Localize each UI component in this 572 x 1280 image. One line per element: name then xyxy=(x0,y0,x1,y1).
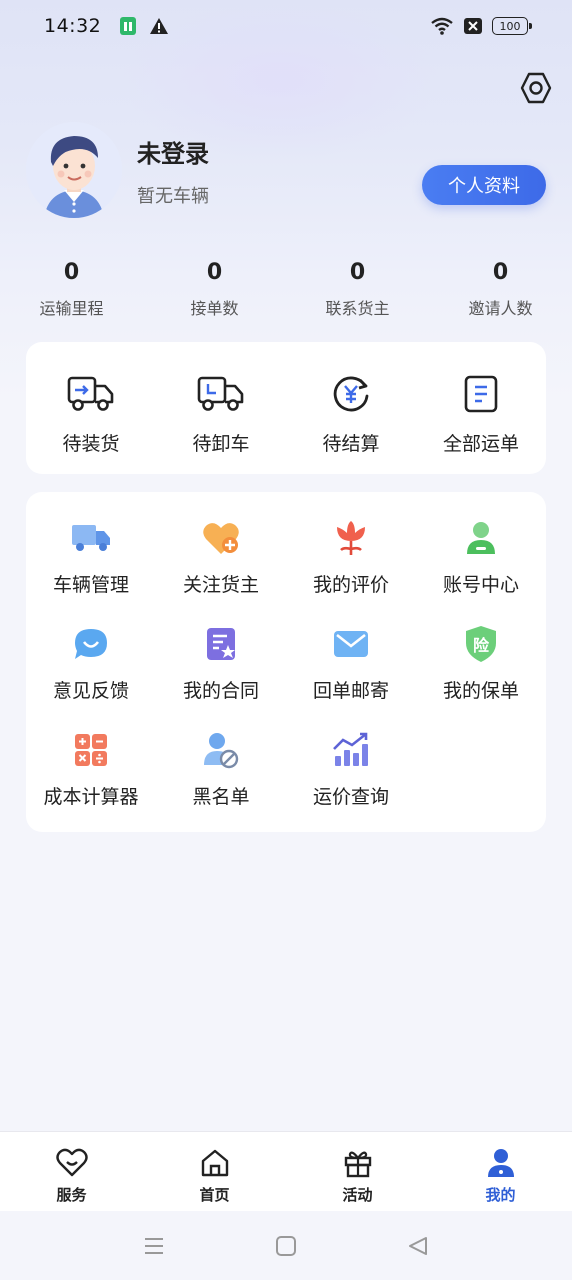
service-label: 回单邮寄 xyxy=(312,680,389,702)
heart-icon xyxy=(55,1148,88,1177)
user-blocked-icon xyxy=(204,733,239,769)
order-label: 全部运单 xyxy=(442,433,519,455)
stat-orders[interactable]: 0 接单数 xyxy=(143,256,286,326)
tab-label: 首页 xyxy=(199,1186,230,1204)
policy-badge-text: 险 xyxy=(472,636,489,655)
truck-loading-icon xyxy=(67,376,114,411)
stat-mileage[interactable]: 0 运输里程 xyxy=(0,256,143,326)
user-icon xyxy=(467,522,495,554)
status-bar: 14:32 100 xyxy=(0,0,572,52)
service-label: 车辆管理 xyxy=(52,574,129,596)
stat-label: 邀请人数 xyxy=(468,299,533,318)
stats-row: 0 运输里程 0 接单数 0 联系货主 0 邀请人数 xyxy=(0,256,572,326)
settings-button[interactable] xyxy=(516,68,556,108)
gift-icon xyxy=(344,1151,371,1178)
stat-invites[interactable]: 0 邀请人数 xyxy=(429,256,572,326)
service-label: 运价查询 xyxy=(312,786,389,808)
avatar[interactable] xyxy=(26,122,122,218)
tab-services[interactable]: 服务 xyxy=(0,1132,143,1211)
bottom-tab-bar: 服务 首页 活动 我的 xyxy=(0,1131,572,1211)
chart-trend-icon xyxy=(333,732,368,766)
order-pending-load[interactable]: 待装货 xyxy=(26,342,156,474)
person-icon xyxy=(487,1149,514,1177)
order-label: 待卸车 xyxy=(192,433,250,455)
sim-disabled-icon xyxy=(464,18,482,34)
service-freight-price[interactable]: 运价查询 xyxy=(286,730,416,836)
heart-plus-icon xyxy=(203,523,239,554)
app-notification-icon xyxy=(120,17,137,35)
order-label: 待装货 xyxy=(62,433,120,455)
back-triangle-icon[interactable] xyxy=(407,1235,429,1257)
service-my-contract[interactable]: 我的合同 xyxy=(156,624,286,730)
service-follow-shipper[interactable]: 关注货主 xyxy=(156,518,286,624)
service-my-reviews[interactable]: 我的评价 xyxy=(286,518,416,624)
truck-unloading-icon xyxy=(197,376,244,411)
home-icon xyxy=(201,1149,228,1177)
tab-mine[interactable]: 我的 xyxy=(429,1132,572,1211)
menu-icon[interactable] xyxy=(143,1236,165,1256)
service-vehicle-management[interactable]: 车辆管理 xyxy=(26,518,156,624)
stat-value: 0 xyxy=(63,260,80,285)
document-list-icon xyxy=(464,375,498,413)
yuan-refresh-icon xyxy=(333,376,369,412)
service-label: 我的评价 xyxy=(312,574,389,596)
service-label: 关注货主 xyxy=(182,574,259,596)
order-pending-settle[interactable]: 待结算 xyxy=(286,342,416,474)
status-time: 14:32 xyxy=(44,15,102,37)
wifi-icon xyxy=(431,17,453,35)
service-feedback[interactable]: 意见反馈 xyxy=(26,624,156,730)
service-label: 成本计算器 xyxy=(43,786,139,808)
cartoon-avatar-icon xyxy=(26,122,122,218)
battery-level: 100 xyxy=(499,19,521,33)
stat-value: 0 xyxy=(492,260,509,285)
orders-card: 待装货 待卸车 待结算 全部运单 xyxy=(26,342,546,474)
service-receipt-mail[interactable]: 回单邮寄 xyxy=(286,624,416,730)
tab-label: 服务 xyxy=(56,1186,87,1204)
stat-label: 运输里程 xyxy=(39,299,104,318)
home-square-icon[interactable] xyxy=(275,1235,297,1257)
service-blacklist[interactable]: 黑名单 xyxy=(156,730,286,836)
order-label: 待结算 xyxy=(322,433,380,455)
stat-label: 接单数 xyxy=(190,299,239,318)
stat-value: 0 xyxy=(206,260,223,285)
warning-icon xyxy=(150,18,169,34)
stat-shippers[interactable]: 0 联系货主 xyxy=(286,256,429,326)
calculator-icon xyxy=(75,734,107,766)
service-label: 意见反馈 xyxy=(52,680,129,702)
service-label: 我的保单 xyxy=(442,680,519,702)
tab-home[interactable]: 首页 xyxy=(143,1132,286,1211)
service-label: 我的合同 xyxy=(182,680,259,702)
service-cost-calculator[interactable]: 成本计算器 xyxy=(26,730,156,836)
tab-label: 我的 xyxy=(485,1186,516,1204)
hexagon-gear-icon xyxy=(520,72,552,104)
tab-label: 活动 xyxy=(342,1186,373,1204)
service-account-center[interactable]: 账号中心 xyxy=(416,518,546,624)
service-label: 黑名单 xyxy=(192,786,250,808)
chat-smile-icon xyxy=(75,629,107,659)
mail-icon xyxy=(334,631,368,657)
contract-star-icon xyxy=(207,628,235,660)
profile-button[interactable]: 个人资料 xyxy=(422,165,546,205)
stat-label: 联系货主 xyxy=(325,299,390,318)
truck-icon xyxy=(72,525,110,551)
battery-icon: 100 xyxy=(492,17,532,35)
system-nav-bar xyxy=(0,1211,572,1280)
service-my-policy[interactable]: 险 我的保单 xyxy=(416,624,546,730)
status-notification-icons xyxy=(119,16,169,36)
stat-value: 0 xyxy=(349,260,366,285)
order-all[interactable]: 全部运单 xyxy=(416,342,546,474)
status-right-icons: 100 xyxy=(430,16,532,36)
service-label: 账号中心 xyxy=(442,574,519,596)
user-name[interactable]: 未登录 xyxy=(137,134,209,169)
vehicle-status: 暂无车辆 xyxy=(137,186,209,207)
tab-activities[interactable]: 活动 xyxy=(286,1132,429,1211)
services-card: 车辆管理 关注货主 我的评价 账号中心 意见反馈 我的合同 回单邮寄 险 我的保… xyxy=(26,492,546,832)
flower-icon xyxy=(337,521,365,555)
order-pending-unload[interactable]: 待卸车 xyxy=(156,342,286,474)
